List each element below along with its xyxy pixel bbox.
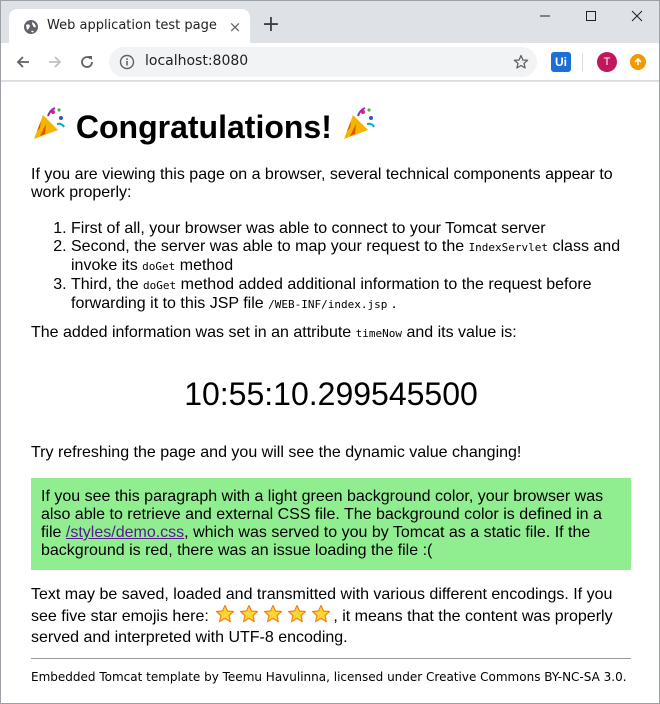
css-check-box: If you see this paragraph with a light g… bbox=[31, 478, 631, 570]
page-heading: Congratulations! bbox=[31, 106, 377, 151]
list-item-text: method bbox=[179, 257, 234, 274]
update-icon[interactable] bbox=[630, 54, 646, 70]
list-item-text: Second, the server was able to map your … bbox=[71, 238, 465, 255]
method-code: doGet bbox=[142, 260, 176, 273]
intro-paragraph: If you are viewing this page on a browse… bbox=[31, 166, 613, 201]
globe-icon bbox=[23, 19, 39, 35]
time-now-value: 10:55:10.299545500 bbox=[184, 376, 478, 412]
footer-text: Embedded Tomcat template by Teemu Havuli… bbox=[31, 670, 627, 684]
list-item: First of all, your browser was able to c… bbox=[71, 220, 631, 238]
reload-icon[interactable] bbox=[75, 50, 99, 74]
address-bar[interactable]: localhost:8080 bbox=[109, 47, 537, 77]
list-item-text: . bbox=[391, 295, 397, 312]
back-arrow-icon[interactable] bbox=[11, 50, 35, 74]
forward-arrow-icon[interactable] bbox=[43, 50, 67, 74]
extension-ui-button[interactable]: Ui bbox=[551, 52, 571, 72]
list-item: Third, the doGet method added additional… bbox=[71, 276, 631, 314]
list-item-text: First of all, your browser was able to c… bbox=[71, 220, 546, 237]
star-icon bbox=[311, 604, 331, 629]
party-popper-icon bbox=[341, 106, 377, 151]
toolbar-divider bbox=[582, 53, 583, 71]
star-emojis bbox=[213, 604, 333, 625]
maximize-icon[interactable] bbox=[568, 1, 614, 31]
encoding-paragraph: Text may be saved, loaded and transmitte… bbox=[31, 586, 631, 647]
browser-toolbar: localhost:8080 Ui T bbox=[1, 43, 659, 81]
bookmark-star-icon[interactable] bbox=[511, 52, 531, 72]
profile-avatar[interactable]: T bbox=[597, 52, 617, 72]
party-popper-icon bbox=[31, 106, 67, 151]
browser-tab[interactable]: Web application test page × bbox=[9, 9, 250, 43]
attribute-name-code: timeNow bbox=[355, 327, 402, 340]
attribute-text: and its value is: bbox=[406, 324, 517, 341]
url-text[interactable]: localhost:8080 bbox=[145, 53, 248, 69]
status-list: First of all, your browser was able to c… bbox=[31, 220, 631, 314]
list-item-text: Third, the bbox=[71, 276, 139, 293]
info-icon[interactable] bbox=[119, 54, 135, 70]
star-icon bbox=[263, 604, 283, 629]
page-viewport: Congratulations! If you are viewing this… bbox=[1, 82, 659, 703]
attribute-text: The added information was set in an attr… bbox=[31, 324, 352, 341]
close-window-icon[interactable] bbox=[614, 1, 660, 31]
browser-window: Web application test page × + localhost:… bbox=[0, 0, 660, 704]
refresh-hint: Try refreshing the page and you will see… bbox=[31, 444, 522, 461]
tab-close-icon[interactable]: × bbox=[227, 18, 243, 36]
tab-strip: Web application test page × + bbox=[1, 1, 659, 43]
tab-title: Web application test page bbox=[47, 18, 217, 33]
demo-css-link[interactable]: /styles/demo.css bbox=[66, 524, 184, 541]
method-code: doGet bbox=[143, 279, 177, 292]
attribute-sentence: The added information was set in an attr… bbox=[31, 324, 631, 343]
star-icon bbox=[215, 604, 235, 629]
jsp-path-code: /WEB-INF/index.jsp bbox=[268, 298, 388, 311]
star-icon bbox=[287, 604, 307, 629]
new-tab-button[interactable]: + bbox=[259, 13, 283, 37]
footer-divider bbox=[31, 658, 631, 659]
list-item: Second, the server was able to map your … bbox=[71, 238, 631, 276]
star-icon bbox=[239, 604, 259, 629]
minimize-icon[interactable] bbox=[522, 1, 568, 31]
servlet-class-code: IndexServlet bbox=[468, 241, 549, 254]
heading-text: Congratulations! bbox=[75, 109, 332, 145]
